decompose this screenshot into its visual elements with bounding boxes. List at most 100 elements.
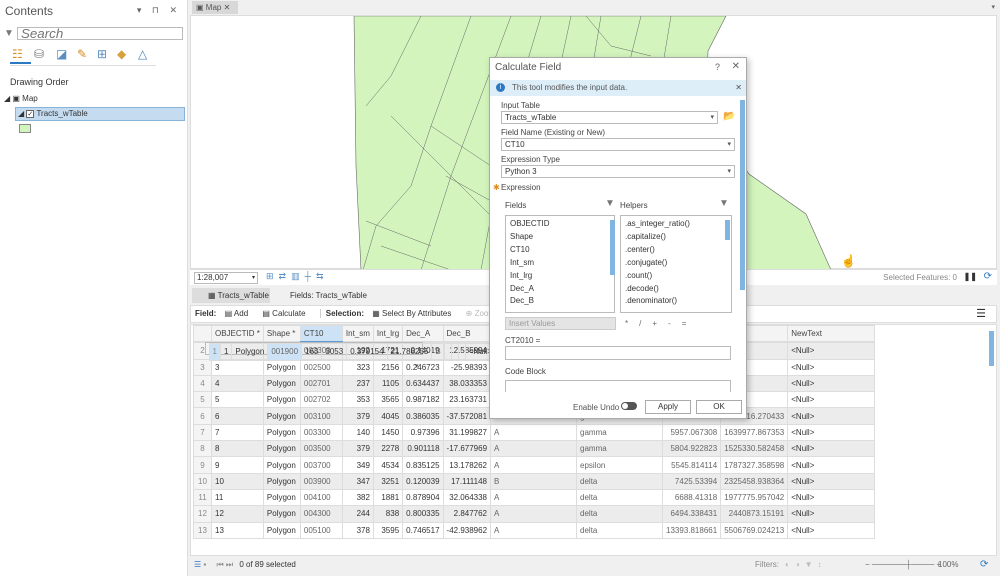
calculate-field-button[interactable]: ▤ Calculate — [262, 309, 311, 318]
table-cell[interactable]: 379 — [342, 441, 373, 457]
table-cell[interactable]: Polygon — [232, 344, 268, 360]
table-cell[interactable]: 3053 — [322, 344, 347, 360]
list-by-perspective-icon[interactable]: △ — [138, 47, 147, 61]
table-cell[interactable] — [458, 344, 465, 360]
close-dialog-button[interactable]: ✕ — [732, 61, 740, 72]
zoom-slider[interactable]: − ──────┼──── + — [865, 556, 941, 574]
table-cell[interactable]: 0.97396 — [403, 424, 443, 440]
show-all-records-icon[interactable]: ☰ — [194, 560, 201, 569]
ok-button[interactable]: OK — [696, 400, 742, 414]
column-header[interactable]: Dec_B — [443, 326, 490, 342]
table-row[interactable]: 1212Polygon0043002448380.8003352.847762A… — [194, 506, 875, 522]
list-by-drawing-order-icon[interactable]: ☷ — [12, 47, 23, 61]
table-row[interactable]: 1010Polygon00390034732510.12003917.11114… — [194, 473, 875, 489]
table-cell[interactable]: 3565 — [373, 392, 402, 408]
table-row[interactable]: 99Polygon00370034945340.83512513.178262A… — [194, 457, 875, 473]
table-cell[interactable]: 1639977.867353 — [721, 424, 788, 440]
table-cell[interactable]: 5 — [212, 392, 264, 408]
list-by-selection-icon[interactable]: ◪ — [56, 47, 67, 61]
table-cell[interactable]: gamma — [577, 424, 663, 440]
table-cell[interactable]: 003300 — [300, 424, 342, 440]
table-cell[interactable]: <Null> — [788, 522, 875, 538]
row-number[interactable]: 7 — [194, 424, 212, 440]
table-cell[interactable]: 6 — [212, 408, 264, 424]
operator-button[interactable]: - — [668, 319, 671, 328]
row-number[interactable]: 4 — [194, 375, 212, 391]
table-cell[interactable]: 9 — [212, 457, 264, 473]
helper-item[interactable]: .denominator() — [625, 295, 727, 308]
filter-buttons[interactable]: ◐◑▼↕ — [785, 556, 827, 574]
table-refresh-icon[interactable]: ⟳ — [980, 556, 988, 574]
table-cell[interactable]: delta — [577, 522, 663, 538]
tab-overflow-chevron-icon[interactable]: ▾ — [991, 3, 995, 11]
table-cell[interactable]: -17.677969 — [443, 441, 490, 457]
dismiss-info-button[interactable]: ✕ — [735, 80, 742, 96]
table-cell[interactable]: 7425.53394 — [663, 473, 721, 489]
table-cell[interactable]: 002500 — [300, 359, 342, 375]
tab-table[interactable]: ▦ Tracts_wTable ✕ — [192, 288, 270, 303]
table-cell[interactable]: A — [491, 489, 577, 505]
table-cell[interactable]: <Null> — [788, 408, 875, 424]
operator-button[interactable]: * — [625, 319, 628, 328]
table-cell[interactable]: 378 — [342, 522, 373, 538]
table-cell[interactable]: delta — [577, 506, 663, 522]
helpers-filter-icon[interactable]: ▼ — [719, 198, 729, 209]
row-number[interactable]: 3 — [194, 359, 212, 375]
show-selected-records-icon[interactable]: ▪ — [203, 560, 206, 569]
row-number[interactable]: 12 — [194, 506, 212, 522]
table-cell[interactable]: 3595 — [373, 522, 402, 538]
table-row[interactable]: 88Polygon00350037922780.901118-17.677969… — [194, 441, 875, 457]
table-scrollbar[interactable] — [989, 331, 994, 366]
table-cell[interactable]: 10 — [212, 473, 264, 489]
table-cell[interactable]: 001900 — [268, 344, 302, 360]
list-by-snapping-icon[interactable]: ⊞ — [97, 47, 107, 61]
expression-type-select[interactable]: Python 3 — [501, 165, 735, 178]
table-cell[interactable]: 11 — [212, 489, 264, 505]
table-cell[interactable]: 23.163731 — [443, 392, 490, 408]
table-cell[interactable]: 5506769.024213 — [721, 522, 788, 538]
table-cell[interactable] — [451, 344, 458, 360]
row-number[interactable]: 10 — [194, 473, 212, 489]
helper-item[interactable]: .as_integer_ratio() — [625, 218, 727, 231]
first-record-icon[interactable]: ⏮ — [216, 560, 223, 569]
table-cell[interactable]: A — [491, 506, 577, 522]
table-zoom-level[interactable]: 100% — [938, 556, 958, 574]
table-cell[interactable]: 5957.067308 — [663, 424, 721, 440]
table-cell[interactable]: 244 — [342, 506, 373, 522]
dialog-scrollbar[interactable] — [740, 100, 745, 290]
row-number[interactable]: 8 — [194, 441, 212, 457]
table-cell[interactable]: 005100 — [300, 522, 342, 538]
column-header[interactable]: Int_sm — [342, 326, 373, 342]
tab-map[interactable]: ▣ Map ✕ — [192, 1, 238, 14]
table-cell[interactable]: 002702 — [300, 392, 342, 408]
table-cell[interactable]: A — [491, 441, 577, 457]
column-header[interactable]: Int_lrg — [373, 326, 402, 342]
table-cell[interactable]: 0.800335 — [403, 506, 443, 522]
row-number[interactable]: 6 — [194, 408, 212, 424]
helper-item[interactable]: .decode() — [625, 283, 727, 296]
table-cell[interactable]: 21.788255 — [387, 344, 432, 360]
layer-symbol-swatch[interactable] — [19, 124, 31, 133]
operator-button[interactable]: = — [682, 319, 687, 328]
browse-folder-icon[interactable]: 📂 — [723, 111, 735, 122]
table-cell[interactable]: 1881 — [373, 489, 402, 505]
pane-options[interactable]: ▾ ⊓ ✕ — [137, 5, 181, 16]
table-cell[interactable]: 3 — [212, 359, 264, 375]
fields-scrollbar[interactable] — [610, 220, 615, 275]
table-cell[interactable]: 349 — [342, 457, 373, 473]
table-cell[interactable]: 379 — [342, 408, 373, 424]
helpers-scrollbar[interactable] — [725, 220, 730, 240]
table-cell[interactable]: 5804.922823 — [663, 441, 721, 457]
table-cell[interactable]: Polygon — [263, 457, 300, 473]
table-cell[interactable]: 0.987182 — [403, 392, 443, 408]
column-header[interactable]: Dec_A — [403, 326, 443, 342]
table-cell[interactable]: 0.901118 — [403, 441, 443, 457]
table-cell[interactable]: 1105 — [373, 375, 402, 391]
filter-icon[interactable]: ▼ — [4, 28, 14, 39]
scale-selector[interactable]: 1:28,007▾ — [194, 272, 258, 284]
table-cell[interactable]: 0.634437 — [403, 375, 443, 391]
add-field-button[interactable]: ▤ Add — [225, 309, 255, 318]
table-cell[interactable]: 32.064338 — [443, 489, 490, 505]
search-input[interactable] — [17, 27, 183, 40]
row-number[interactable]: 11 — [194, 489, 212, 505]
